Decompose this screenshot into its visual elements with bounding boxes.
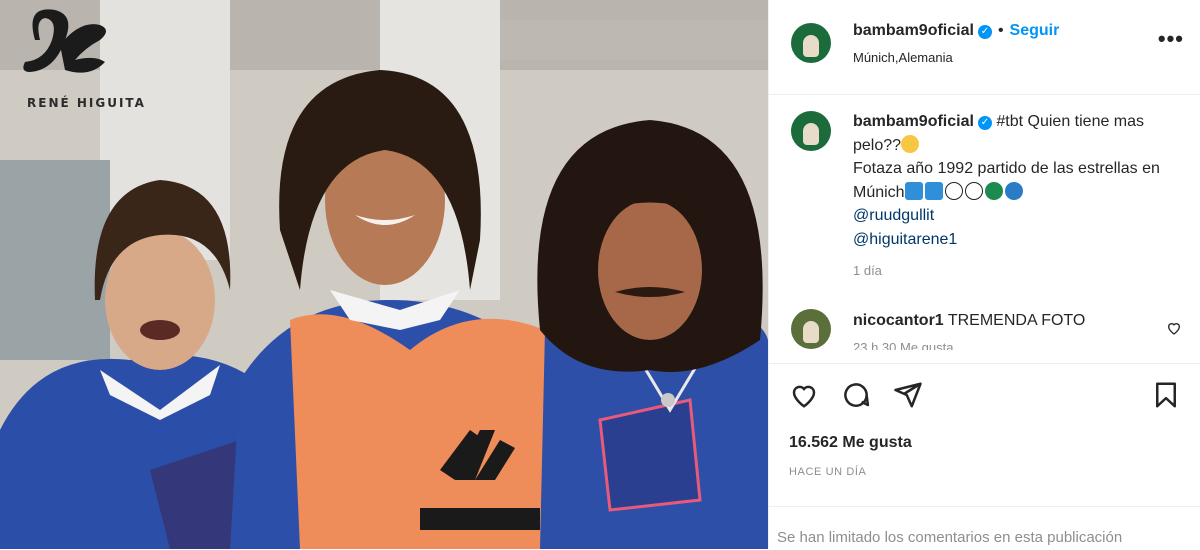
share-icon[interactable] [893, 380, 923, 410]
verified-badge-icon: ✓ [977, 25, 992, 39]
post-sidebar: bambam9oficial ✓ • Seguir Múnich,Alemania •… [768, 0, 1200, 549]
comment-avatar[interactable] [791, 309, 831, 349]
comment-username[interactable]: nicocantor1 [853, 312, 944, 329]
separator-dot: • [997, 22, 1004, 39]
flag-emoji-icon [904, 181, 923, 200]
soccer-ball-emoji-icon [944, 181, 963, 200]
caption-username[interactable]: bambam9oficial [853, 113, 974, 130]
caption-avatar[interactable] [791, 111, 831, 151]
caption-line-1: bambam9oficial ✓ #tbt Quien tiene mas pel… [853, 110, 1173, 157]
caption-time: 1 día [853, 263, 882, 278]
caption-line-2: Fotaza año 1992 partido de las estrellas… [853, 157, 1173, 204]
verified-badge-icon: ✓ [977, 116, 992, 130]
post-caption: bambam9oficial ✓ #tbt Quien tiene mas pel… [853, 110, 1173, 283]
comment-icon[interactable] [841, 380, 871, 410]
comments-limited-notice: Se han limitado los comentarios en esta … [769, 506, 1200, 550]
post-actions: 16.562 Me gusta HACE UN DÍA Se han limit… [769, 363, 1200, 550]
soccer-ball-emoji-icon [964, 181, 983, 200]
bookmark-icon[interactable] [1151, 380, 1181, 410]
heart-icon[interactable] [789, 380, 819, 410]
instagram-post: RENÉ HIGUITA bambam9oficial ✓ • Seguir Múni… [0, 0, 1200, 549]
globe-emoji-icon [984, 181, 1003, 200]
follow-button[interactable]: Seguir [1010, 22, 1060, 39]
avatar[interactable] [791, 23, 831, 63]
logo-text: RENÉ HIGUITA [27, 96, 146, 110]
post-timestamp: HACE UN DÍA [789, 466, 867, 478]
globe-emoji-icon [1004, 181, 1023, 200]
flag-emoji-icon [924, 181, 943, 200]
header-username[interactable]: bambam9oficial [853, 22, 974, 39]
laughing-emoji-icon [901, 134, 920, 153]
comment-text: TREMENDA FOTO [947, 312, 1086, 329]
comment-meta: 23 h 30 Me gusta [853, 340, 954, 350]
more-options-icon[interactable]: ••• [1158, 26, 1184, 52]
header-user-line: bambam9oficial ✓ • Seguir [853, 22, 1059, 40]
rene-higuita-logo-icon [23, 9, 106, 73]
comment: nicocantor1 TREMENDA FOTO 23 h 30 Me gus… [853, 312, 1153, 350]
comment-like-heart-icon[interactable] [1166, 320, 1182, 336]
likes-count[interactable]: 16.562 Me gusta [789, 434, 912, 452]
location-link[interactable]: Múnich,Alemania [853, 50, 953, 65]
post-photo[interactable]: RENÉ HIGUITA [0, 0, 768, 549]
mention-ruudgullit[interactable]: @ruudgullit [853, 204, 1173, 228]
mention-higuitarene1[interactable]: @higuitarene1 [853, 228, 1173, 252]
post-header: bambam9oficial ✓ • Seguir Múnich,Alemania •… [769, 0, 1200, 95]
